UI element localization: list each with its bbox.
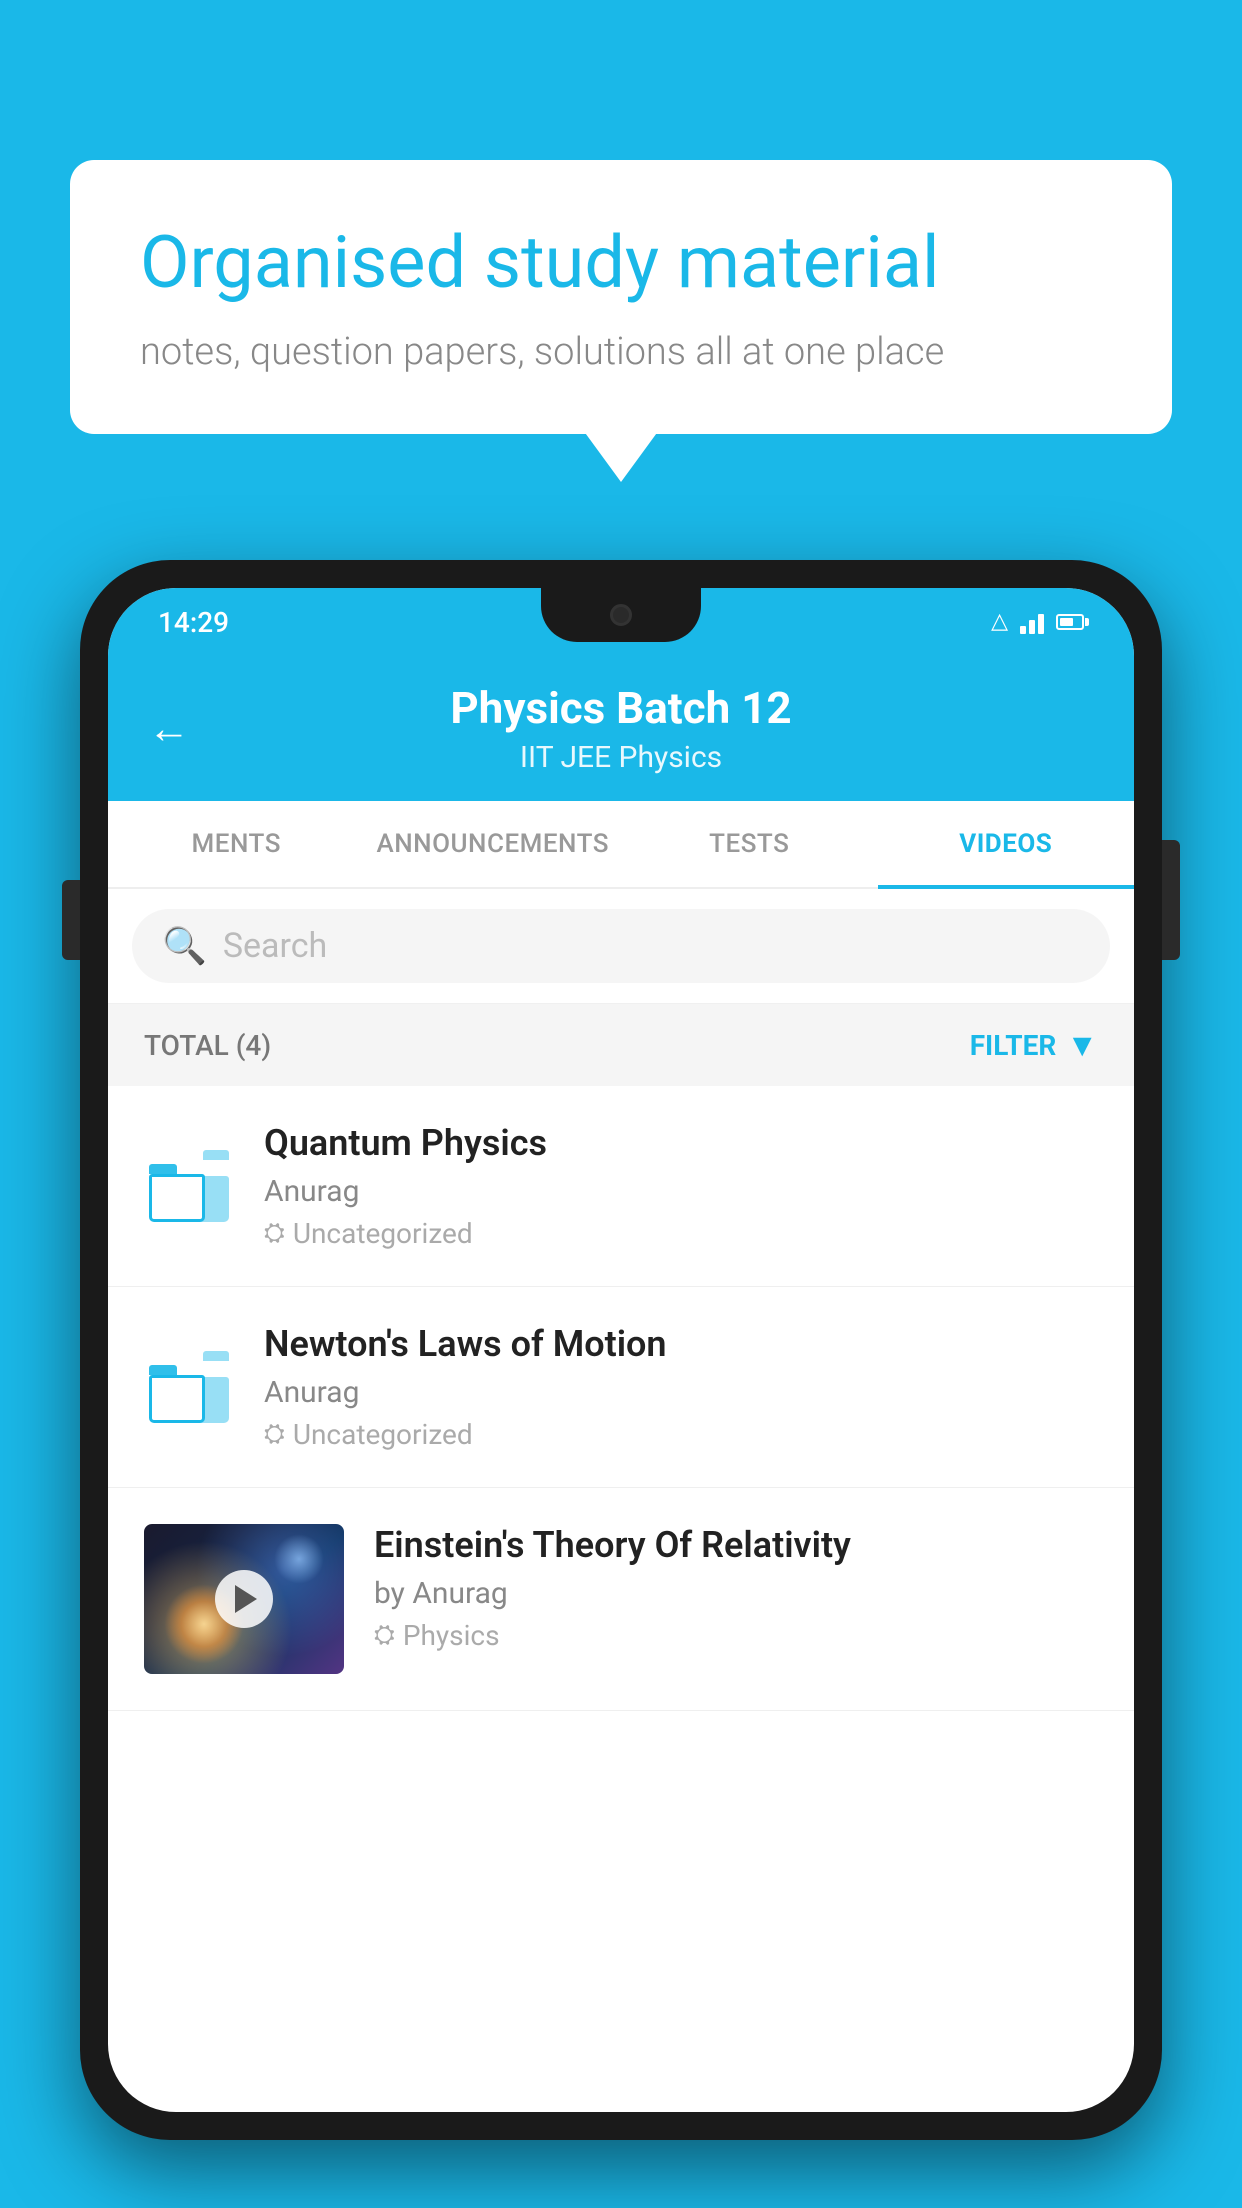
video-title-1: Quantum Physics — [264, 1122, 1098, 1164]
folder-icon-1 — [144, 1150, 234, 1222]
video-tag-2: ⛭ Uncategorized — [264, 1418, 1098, 1451]
video-author-1: Anurag — [264, 1174, 1098, 1209]
search-bar[interactable]: 🔍 Search — [132, 909, 1110, 983]
tag-icon-2: ⛭ — [264, 1419, 285, 1450]
tab-videos[interactable]: VIDEOS — [878, 801, 1135, 887]
tab-tests[interactable]: TESTS — [621, 801, 878, 887]
search-container: 🔍 Search — [108, 889, 1134, 1004]
back-button[interactable]: ← — [148, 704, 190, 753]
list-item[interactable]: Quantum Physics Anurag ⛭ Uncategorized — [108, 1086, 1134, 1287]
tab-announcements[interactable]: ANNOUNCEMENTS — [365, 801, 622, 887]
hero-subtitle: notes, question papers, solutions all at… — [140, 330, 1102, 374]
filter-icon: ▼ — [1066, 1026, 1098, 1064]
tag-icon-1: ⛭ — [264, 1218, 285, 1249]
total-count: TOTAL (4) — [144, 1029, 271, 1062]
signal-icon — [1020, 610, 1044, 634]
app-header: ← Physics Batch 12 IIT JEE Physics — [108, 656, 1134, 801]
list-item[interactable]: Einstein's Theory Of Relativity by Anura… — [108, 1488, 1134, 1711]
phone-device: 14:29 △ — [80, 560, 1162, 2208]
play-icon — [235, 1585, 257, 1613]
phone-body: 14:29 △ — [80, 560, 1162, 2140]
tag-icon-3: ⛭ — [374, 1620, 395, 1651]
video-title-3: Einstein's Theory Of Relativity — [374, 1524, 1098, 1566]
filter-button[interactable]: FILTER ▼ — [970, 1026, 1098, 1064]
batch-title: Physics Batch 12 — [450, 682, 791, 734]
folder-icon-2 — [144, 1351, 234, 1423]
video-info-2: Newton's Laws of Motion Anurag ⛭ Uncateg… — [264, 1323, 1098, 1451]
video-title-2: Newton's Laws of Motion — [264, 1323, 1098, 1365]
status-icons: △ — [991, 610, 1084, 634]
search-icon: 🔍 — [162, 925, 207, 967]
filter-bar: TOTAL (4) FILTER ▼ — [108, 1004, 1134, 1086]
video-tag-3: ⛭ Physics — [374, 1619, 1098, 1652]
search-placeholder: Search — [223, 926, 327, 966]
list-item[interactable]: Newton's Laws of Motion Anurag ⛭ Uncateg… — [108, 1287, 1134, 1488]
notch — [541, 588, 701, 642]
play-button[interactable] — [215, 1570, 273, 1628]
video-thumbnail-3 — [144, 1524, 344, 1674]
tabs-bar: MENTS ANNOUNCEMENTS TESTS VIDEOS — [108, 801, 1134, 889]
battery-icon — [1056, 614, 1084, 630]
hero-title: Organised study material — [140, 220, 1102, 306]
tab-ments[interactable]: MENTS — [108, 801, 365, 887]
wifi-icon: △ — [991, 610, 1008, 634]
status-bar: 14:29 △ — [108, 588, 1134, 656]
phone-screen: 14:29 △ — [108, 588, 1134, 2112]
status-time: 14:29 — [158, 606, 229, 639]
video-tag-1: ⛭ Uncategorized — [264, 1217, 1098, 1250]
hero-section: Organised study material notes, question… — [70, 160, 1172, 434]
video-author-3: by Anurag — [374, 1576, 1098, 1611]
camera-dot — [610, 604, 632, 626]
speech-bubble: Organised study material notes, question… — [70, 160, 1172, 434]
video-info-3: Einstein's Theory Of Relativity by Anura… — [374, 1524, 1098, 1652]
batch-subtitle: IIT JEE Physics — [520, 740, 722, 775]
video-list: Quantum Physics Anurag ⛭ Uncategorized — [108, 1086, 1134, 1711]
video-author-2: Anurag — [264, 1375, 1098, 1410]
video-info-1: Quantum Physics Anurag ⛭ Uncategorized — [264, 1122, 1098, 1250]
